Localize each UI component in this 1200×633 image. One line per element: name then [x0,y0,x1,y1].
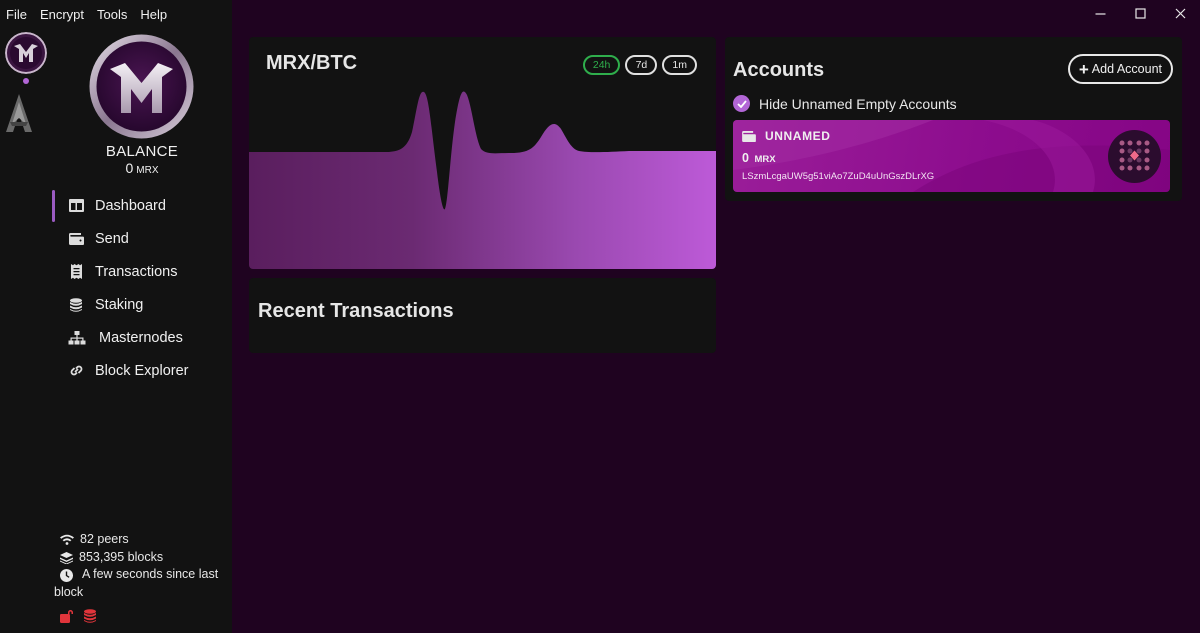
close-icon [1175,8,1185,18]
accounts-title: Accounts [733,59,825,81]
balance-value: 0 MRX [52,160,232,176]
account-name-text: UNNAMED [765,129,831,143]
range-1m-button[interactable]: 1m [662,55,697,75]
nav-masternodes[interactable]: Masternodes [52,321,232,354]
recent-transactions-title: Recent Transactions [258,300,454,322]
maximize-icon [1134,7,1146,19]
secondary-wallet-icon[interactable] [4,92,34,134]
plus-icon: + [1078,59,1089,79]
menu-file[interactable]: File [6,7,27,22]
hide-unnamed-label: Hide Unnamed Empty Accounts [759,95,957,112]
account-address: LSzmLcgaUW5g51viAo7ZuD4uUnGszDLrXG [742,171,935,182]
receipt-icon [68,264,84,280]
window-controls [1080,0,1200,28]
range-24h-button[interactable]: 24h [582,55,621,75]
minimize-icon [1095,12,1105,15]
nav-staking[interactable]: Staking [52,288,232,321]
account-balance-amount: 0 [742,151,749,165]
nav-dashboard[interactable]: Dashboard [52,189,232,222]
metrix-logo [89,34,194,139]
peers-row: 82 peers [60,531,230,549]
minimize-button[interactable] [1080,0,1120,26]
wifi-icon [60,534,74,545]
network-status: 82 peers 853,395 blocks A few seconds si… [54,531,230,601]
add-account-label: Add Account [1091,62,1162,76]
wallet-icon [742,130,756,142]
network-icon [68,330,86,346]
add-account-button[interactable]: + Add Account [1067,54,1173,84]
menu-help[interactable]: Help [140,7,167,22]
nav-block-explorer[interactable]: Block Explorer [52,354,232,387]
staking-coins-icon[interactable] [83,609,98,623]
layers-icon [60,551,73,564]
recent-transactions-card: Recent Transactions [249,278,716,353]
nav-label: Send [95,230,129,247]
blocks-text: 853,395 blocks [79,549,164,564]
status-icons [60,609,98,623]
metrix-wallet-icon[interactable] [5,32,47,74]
accounts-card: Accounts + Add Account Hide Unnamed Empt… [725,37,1182,201]
hide-unnamed-toggle[interactable]: Hide Unnamed Empty Accounts [733,95,957,112]
wallet-icon [68,231,84,247]
last-block-row: A few seconds since last block [54,566,230,601]
nav-label: Masternodes [99,329,183,346]
menu-bar: File Encrypt Tools Help [0,0,180,28]
unlocked-icon[interactable] [60,609,75,623]
nav-label: Transactions [95,263,178,280]
link-icon [68,363,84,379]
balance-amount: 0 [125,160,134,176]
account-balance-unit: MRX [754,154,776,165]
close-button[interactable] [1160,0,1200,26]
account-card[interactable]: UNNAMED 0 MRX LSzmLcgaUW5g51viAo7ZuD4uUn… [733,120,1170,192]
coins-icon [68,297,84,313]
range-selector: 24h 7d 1m [582,55,697,75]
menu-tools[interactable]: Tools [97,7,127,22]
last-block-text: A few seconds since last block [54,567,219,599]
dashboard-icon [68,198,84,214]
account-name: UNNAMED [742,129,831,143]
account-balance: 0 MRX [742,151,776,165]
nav-label: Block Explorer [95,362,189,379]
peers-text: 82 peers [80,532,129,546]
balance-label: BALANCE [105,143,179,160]
range-7d-button[interactable]: 7d [625,55,658,75]
nav-transactions[interactable]: Transactions [52,255,232,288]
blocks-row: 853,395 blocks [60,549,230,567]
price-chart-card: MRX/BTC 24h 7d 1m [249,37,716,269]
nav-label: Staking [95,296,144,313]
main-nav: Dashboard Send Transactions Staking Mast… [52,189,232,387]
nav-label: Dashboard [95,197,166,214]
nav-send[interactable]: Send [52,222,232,255]
balance-unit: MRX [136,165,159,176]
account-identicon-avatar [1108,130,1161,183]
checkbox-checked-icon[interactable] [733,95,750,112]
sidebar: BALANCE 0 MRX Dashboard Send Transactions… [0,0,232,633]
menu-encrypt[interactable]: Encrypt [40,7,84,22]
maximize-button[interactable] [1120,0,1160,26]
chart-title: MRX/BTC [266,52,358,74]
price-area [249,91,716,269]
active-wallet-indicator [23,78,29,84]
identicon-icon [1119,140,1150,171]
